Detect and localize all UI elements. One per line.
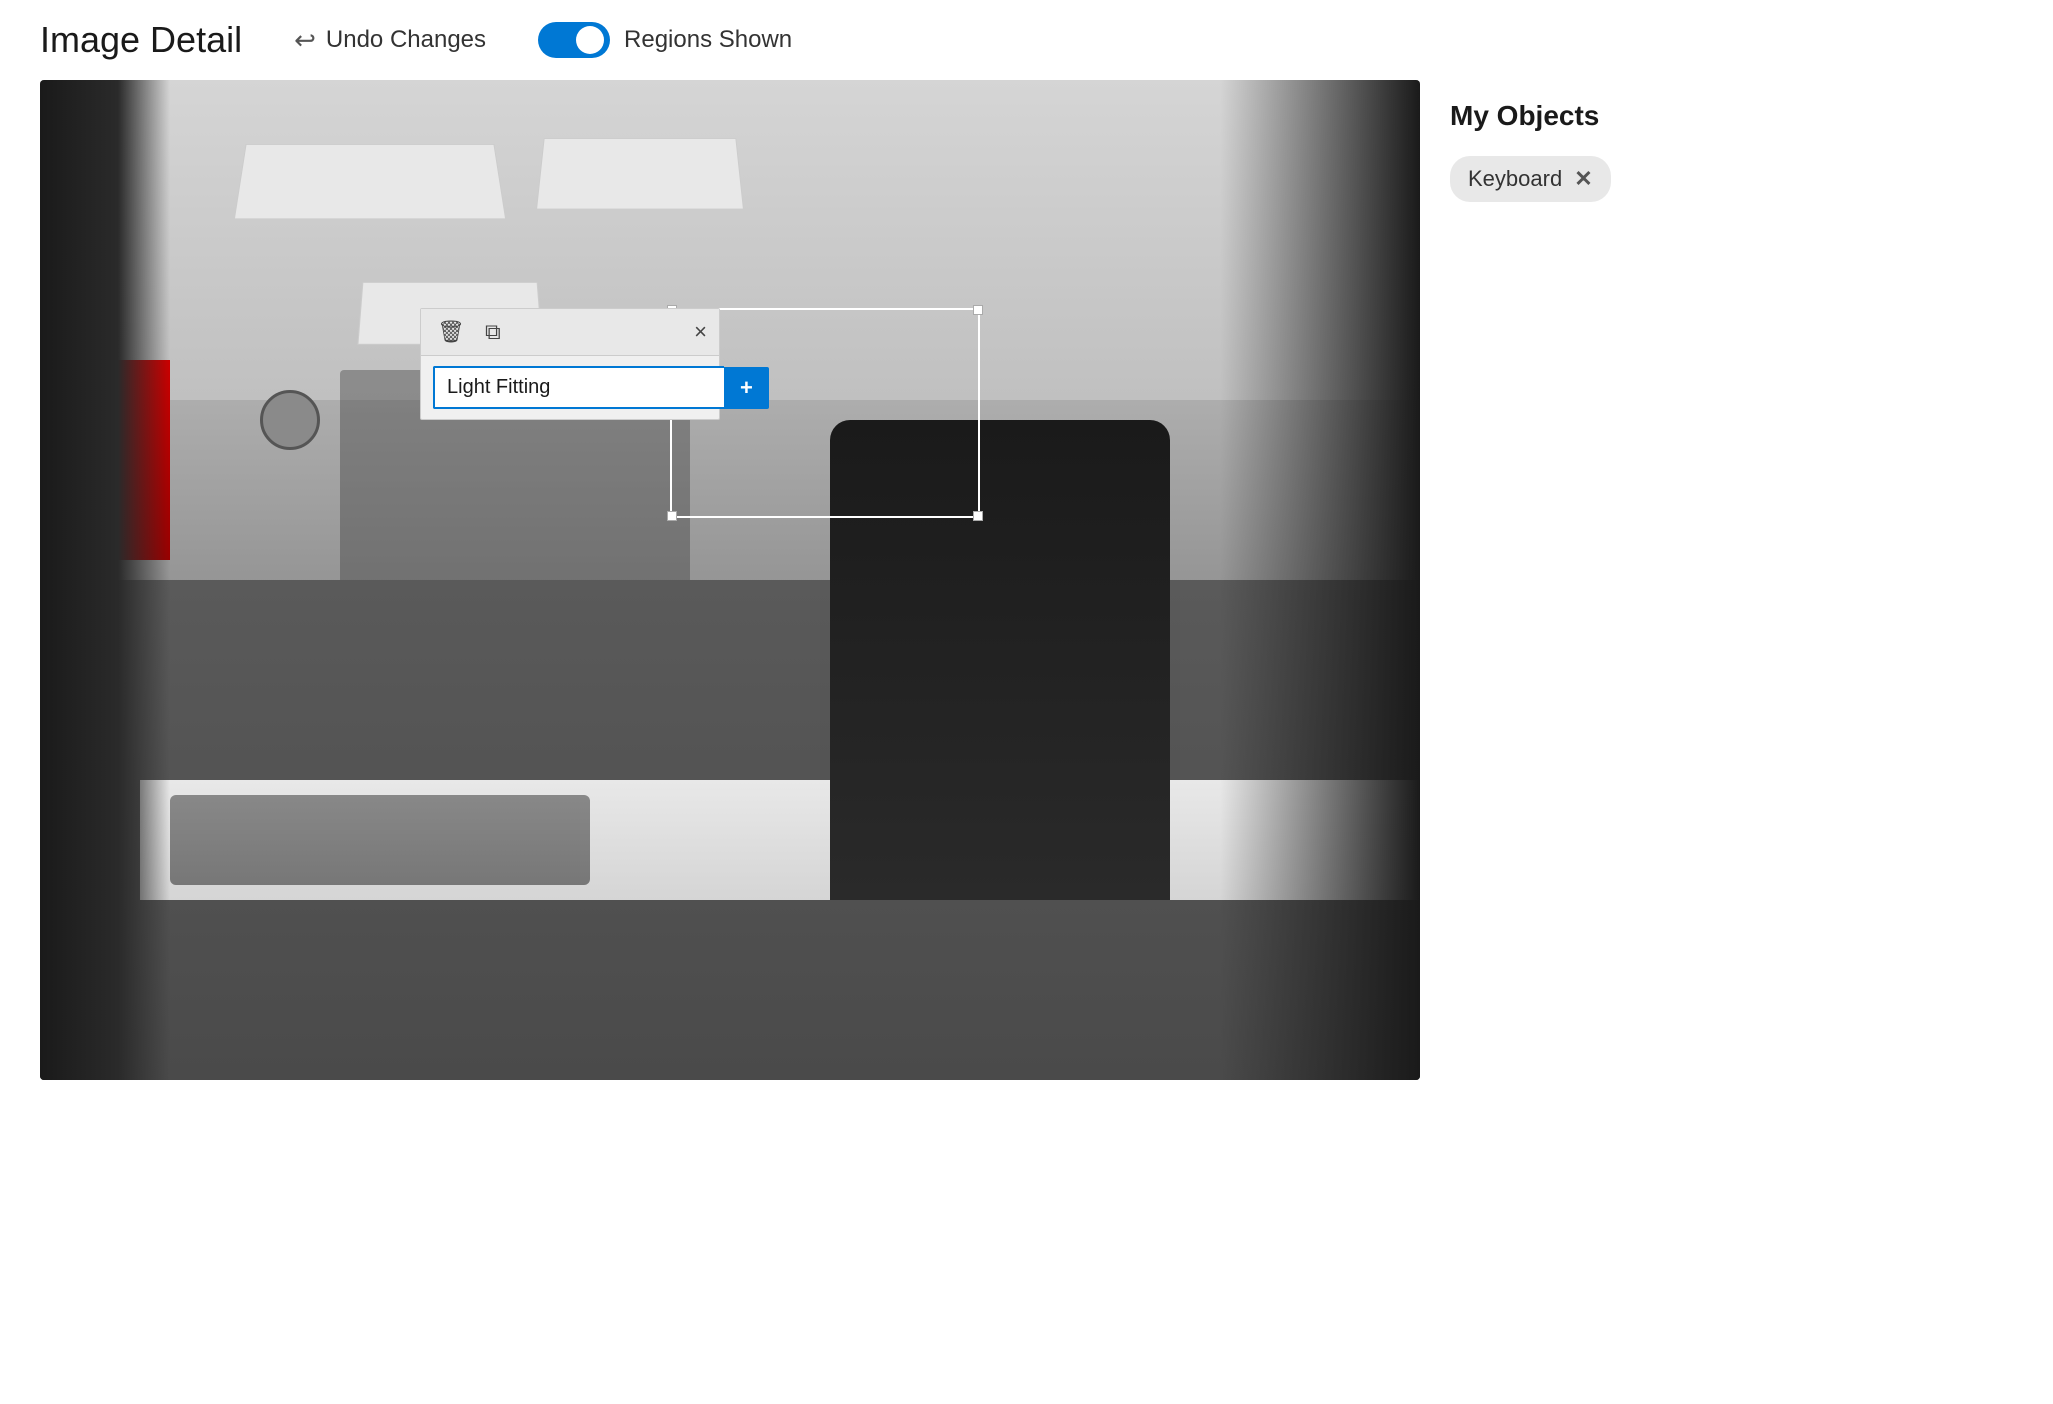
wall-clock xyxy=(260,390,320,450)
dark-beam xyxy=(40,80,170,1080)
corner-handle-bl[interactable] xyxy=(667,511,677,521)
main-layout: 🗑 ⧉ × + My Objects Keyboard ✕ xyxy=(0,80,2053,1404)
page-title: Image Detail xyxy=(40,19,242,61)
delete-icon: 🗑 xyxy=(437,319,465,344)
room-image xyxy=(40,80,1420,1080)
sidebar: My Objects Keyboard ✕ xyxy=(1450,80,2013,1404)
layers-icon: ⧉ xyxy=(485,319,501,344)
ceiling-light-1 xyxy=(234,144,506,219)
sidebar-title: My Objects xyxy=(1450,100,2013,132)
regions-toggle-group: Regions Shown xyxy=(538,22,792,58)
image-canvas[interactable]: 🗑 ⧉ × + xyxy=(40,80,1420,1080)
close-annotation-button[interactable]: × xyxy=(694,319,707,345)
layers-button[interactable]: ⧉ xyxy=(481,317,505,347)
remove-object-button[interactable]: ✕ xyxy=(1574,168,1592,190)
header: Image Detail ↩ Undo Changes Regions Show… xyxy=(0,0,2053,80)
corner-handle-br[interactable] xyxy=(973,511,983,521)
annotation-popup: 🗑 ⧉ × + xyxy=(420,308,720,420)
corner-handle-tr[interactable] xyxy=(973,305,983,315)
object-tag-label: Keyboard xyxy=(1468,166,1562,192)
undo-icon: ↩ xyxy=(294,25,316,56)
annotation-add-button[interactable]: + xyxy=(724,367,769,409)
undo-label: Undo Changes xyxy=(326,26,486,54)
delete-annotation-button[interactable]: 🗑 xyxy=(433,317,469,347)
annotation-label-input[interactable] xyxy=(433,366,724,409)
ceiling-light-2 xyxy=(536,138,744,209)
annotation-input-row: + xyxy=(421,356,719,419)
keyboard-on-desk xyxy=(170,795,590,885)
regions-toggle-label: Regions Shown xyxy=(624,26,792,54)
undo-button[interactable]: ↩ Undo Changes xyxy=(282,19,498,62)
right-shadow xyxy=(1220,80,1420,1080)
annotation-toolbar: 🗑 ⧉ × xyxy=(421,309,719,356)
regions-toggle[interactable] xyxy=(538,22,610,58)
object-tag-keyboard: Keyboard ✕ xyxy=(1450,156,1611,202)
